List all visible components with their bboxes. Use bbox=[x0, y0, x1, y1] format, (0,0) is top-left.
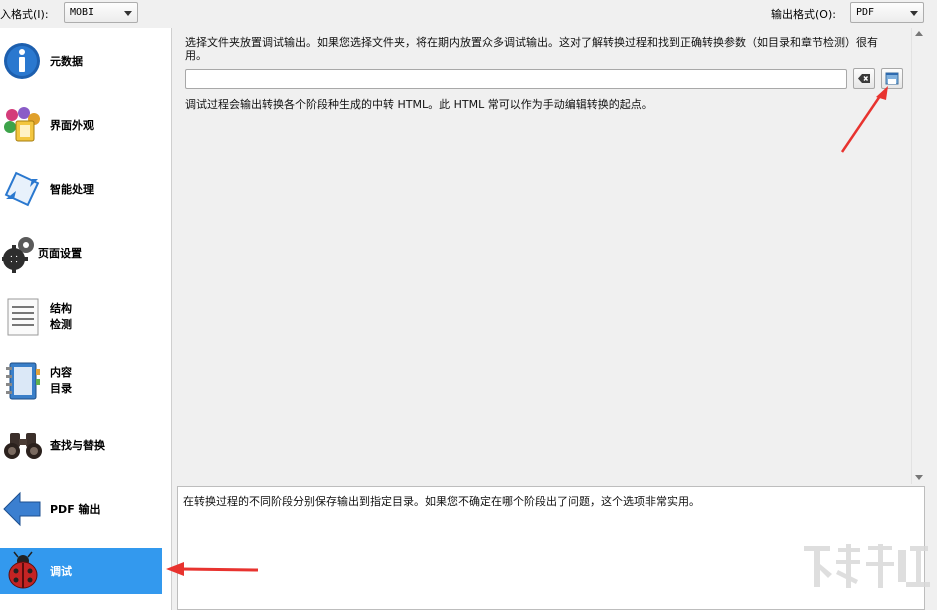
input-format-label: 入格式(I): bbox=[0, 8, 49, 21]
sidebar-item-look-and-feel[interactable]: 界面外观 bbox=[0, 102, 162, 148]
notebook-icon bbox=[6, 362, 40, 400]
vertical-scrollbar[interactable] bbox=[911, 28, 925, 484]
sidebar-item-label: 内容 目录 bbox=[50, 366, 72, 395]
sidebar-item-pdf-output[interactable]: PDF 输出 bbox=[0, 486, 162, 532]
format-bar: 入格式(I): MOBI 输出格式(O): PDF bbox=[0, 0, 937, 26]
output-format-value: PDF bbox=[856, 7, 875, 18]
sidebar-item-structure-detection[interactable]: 结构 检测 bbox=[0, 294, 162, 340]
debug-folder-description: 选择文件夹放置调试输出。如果您选择文件夹，将在期内放置众多调试输出。这对了解转换… bbox=[185, 36, 878, 62]
binoculars-icon bbox=[4, 433, 42, 459]
input-format-value: MOBI bbox=[70, 7, 95, 18]
info-icon bbox=[4, 43, 40, 79]
sidebar-item-label: 元数据 bbox=[50, 55, 83, 68]
sidebar-item-label: 调试 bbox=[50, 565, 72, 578]
chevron-down-icon bbox=[910, 11, 918, 16]
sidebar-item-heuristics[interactable]: 智能处理 bbox=[0, 166, 162, 212]
conversion-dialog: 入格式(I): MOBI 输出格式(O): PDF 元数据 界面外观 智能处理 … bbox=[0, 0, 937, 610]
sidebar-item-debug[interactable]: 调试 bbox=[0, 548, 162, 594]
debug-html-note: 调试过程会输出转换各个阶段种生成的中转 HTML。此 HTML 常可以作为手动编… bbox=[185, 98, 653, 111]
sidebar-item-label: 结构 检测 bbox=[50, 302, 72, 331]
output-format-label: 输出格式(O): bbox=[771, 8, 836, 21]
sidebar-item-label: 智能处理 bbox=[50, 183, 94, 196]
sidebar-item-label: 查找与替换 bbox=[50, 439, 105, 452]
chevron-down-icon bbox=[124, 11, 132, 16]
ladybug-icon bbox=[8, 551, 38, 589]
input-format-select[interactable]: MOBI bbox=[64, 2, 138, 23]
scroll-up-icon[interactable] bbox=[915, 31, 923, 36]
sidebar-item-search-replace[interactable]: 查找与替换 bbox=[0, 422, 162, 468]
document-icon bbox=[7, 298, 39, 336]
scroll-down-icon[interactable] bbox=[915, 475, 923, 480]
sidebar-item-label: PDF 输出 bbox=[50, 503, 101, 516]
sidebar-item-page-setup[interactable]: 页面设置 bbox=[0, 230, 162, 276]
output-format-select[interactable]: PDF bbox=[850, 2, 924, 23]
sidebar-item-table-of-contents[interactable]: 内容 目录 bbox=[0, 358, 162, 404]
arrow-left-icon bbox=[3, 491, 41, 527]
sidebar-item-metadata[interactable]: 元数据 bbox=[0, 38, 162, 84]
wand-icon bbox=[4, 171, 40, 207]
browse-folder-button[interactable] bbox=[881, 68, 903, 89]
clear-button[interactable] bbox=[853, 68, 875, 89]
paint-icon bbox=[4, 107, 40, 142]
sidebar-item-label: 界面外观 bbox=[50, 119, 94, 132]
debug-options-panel: 选择文件夹放置调试输出。如果您选择文件夹，将在期内放置众多调试输出。这对了解转换… bbox=[174, 28, 926, 484]
sidebar: 元数据 界面外观 智能处理 页面设置 结构 检测 内容 目录 查找与替换 PDF… bbox=[0, 28, 172, 610]
help-text: 在转换过程的不同阶段分别保存输出到指定目录。如果您不确定在哪个阶段出了问题，这个… bbox=[183, 495, 700, 508]
debug-folder-input[interactable] bbox=[185, 69, 847, 89]
sidebar-item-label: 页面设置 bbox=[38, 247, 82, 260]
watermark-logo bbox=[804, 544, 930, 588]
save-icon bbox=[885, 72, 899, 85]
clear-icon bbox=[858, 74, 870, 83]
